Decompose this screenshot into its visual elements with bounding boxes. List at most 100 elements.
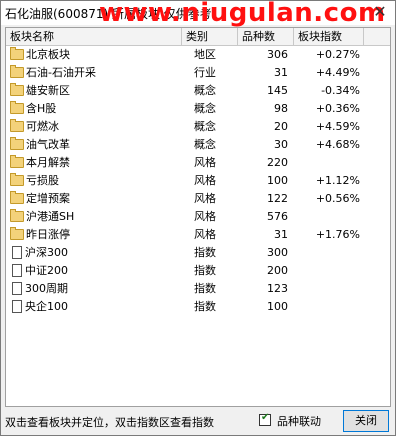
table-row[interactable]: 雄安新区 概念 145 -0.34%	[6, 82, 390, 100]
sector-name: 雄安新区	[26, 84, 70, 97]
sector-index-change: +1.12%	[315, 174, 360, 187]
table-row[interactable]: 定增预案 风格 122 +0.56%	[6, 190, 390, 208]
sector-name-cell: 中证200	[10, 262, 68, 280]
sector-name-cell: 亏损股	[10, 172, 59, 190]
watermark-overlay: www.niugulan.com	[99, 0, 386, 28]
folder-icon	[10, 154, 24, 168]
table-row[interactable]: 沪港通SH 风格 576	[6, 208, 390, 226]
sector-type: 概念	[194, 102, 216, 115]
sector-name-cell: 油气改革	[10, 136, 70, 154]
stock-count: 220	[267, 156, 288, 169]
sector-type: 指数	[194, 246, 216, 259]
column-header-type[interactable]: 类别	[182, 28, 238, 45]
sector-type: 行业	[194, 66, 216, 79]
sector-index-change: +4.59%	[315, 120, 360, 133]
sector-name-cell: 沪港通SH	[10, 208, 74, 226]
stock-count: 300	[267, 246, 288, 259]
stock-count: 98	[274, 102, 288, 115]
status-bar: 双击查看板块并定位，双击指数区查看指数 品种联动 关闭	[1, 407, 395, 435]
column-header-count[interactable]: 品种数	[238, 28, 294, 45]
folder-icon	[10, 82, 24, 96]
sector-name: 石油-石油开采	[26, 66, 96, 79]
sector-name: 本月解禁	[26, 156, 70, 169]
column-header-index[interactable]: 板块指数	[294, 28, 364, 45]
sector-name-cell: 央企100	[10, 298, 68, 316]
stock-count: 100	[267, 174, 288, 187]
table-row[interactable]: 油气改革 概念 30 +4.68%	[6, 136, 390, 154]
stock-count: 30	[274, 138, 288, 151]
sector-name-cell: 本月解禁	[10, 154, 70, 172]
close-icon[interactable]: ✕	[371, 3, 389, 21]
sector-index-change: +4.49%	[315, 66, 360, 79]
table-row[interactable]: 石油-石油开采 行业 31 +4.49%	[6, 64, 390, 82]
sector-name: 沪港通SH	[26, 210, 75, 223]
sector-name-cell: 定增预案	[10, 190, 70, 208]
sector-type: 风格	[194, 174, 216, 187]
sector-index-change	[302, 298, 360, 316]
sector-name-cell: 雄安新区	[10, 82, 70, 100]
stock-count: 31	[274, 228, 288, 241]
sector-index-change: +1.76%	[315, 228, 360, 241]
sector-name: 沪深300	[25, 246, 68, 259]
stock-count: 306	[267, 48, 288, 61]
status-hint: 双击查看板块并定位，双击指数区查看指数	[5, 416, 214, 429]
table-row[interactable]: 本月解禁 风格 220	[6, 154, 390, 172]
sector-name-cell: 300周期	[10, 280, 68, 298]
sector-name: 含H股	[26, 102, 57, 115]
sector-index-change	[302, 280, 360, 298]
sector-index-change	[302, 208, 360, 226]
stock-count: 100	[267, 300, 288, 313]
sector-type: 地区	[194, 48, 216, 61]
document-icon	[12, 263, 22, 277]
sector-name: 定增预案	[26, 192, 70, 205]
sector-name: 可燃冰	[26, 120, 59, 133]
linkage-checkbox[interactable]	[259, 412, 271, 426]
sector-index-change	[302, 154, 360, 172]
table-row[interactable]: 北京板块 地区 306 +0.27%	[6, 46, 390, 64]
sector-index-change: -0.34%	[321, 84, 360, 97]
stock-count: 200	[267, 264, 288, 277]
sector-type: 风格	[194, 210, 216, 223]
close-button[interactable]: 关闭	[343, 410, 389, 432]
sector-type: 风格	[194, 192, 216, 205]
folder-icon	[10, 100, 24, 114]
folder-icon	[10, 136, 24, 150]
table-row[interactable]: 可燃冰 概念 20 +4.59%	[6, 118, 390, 136]
sector-index-change: +0.27%	[315, 48, 360, 61]
dialog-window: 石化油服(600871) 所属板块 仅供参考 www.niugulan.com …	[0, 0, 396, 436]
sector-name-cell: 沪深300	[10, 244, 68, 262]
table-row[interactable]: 央企100 指数 100	[6, 298, 390, 316]
sector-name: 北京板块	[26, 48, 70, 61]
sector-index-change: +0.36%	[315, 102, 360, 115]
sector-index-change: +0.56%	[315, 192, 360, 205]
sector-name: 央企100	[25, 300, 68, 313]
sector-table[interactable]: 板块名称 类别 品种数 板块指数 北京板块 地区 306 +0.27% 石油-石油开采 行…	[5, 27, 391, 407]
folder-icon	[10, 64, 24, 78]
folder-icon	[10, 46, 24, 60]
sector-type: 概念	[194, 84, 216, 97]
sector-type: 风格	[194, 156, 216, 169]
stock-count: 123	[267, 282, 288, 295]
sector-index-change	[302, 262, 360, 280]
folder-icon	[10, 226, 24, 240]
sector-name: 中证200	[25, 264, 68, 277]
sector-name: 300周期	[25, 282, 68, 295]
sector-index-change	[302, 244, 360, 262]
folder-icon	[10, 208, 24, 222]
linkage-checkbox-label[interactable]: 品种联动	[277, 413, 321, 429]
table-row[interactable]: 300周期 指数 123	[6, 280, 390, 298]
table-header: 板块名称 类别 品种数 板块指数	[6, 28, 390, 46]
sector-type: 风格	[194, 228, 216, 241]
table-row[interactable]: 含H股 概念 98 +0.36%	[6, 100, 390, 118]
sector-type: 概念	[194, 120, 216, 133]
table-row[interactable]: 昨日涨停 风格 31 +1.76%	[6, 226, 390, 244]
table-row[interactable]: 沪深300 指数 300	[6, 244, 390, 262]
title-bar: 石化油服(600871) 所属板块 仅供参考 www.niugulan.com …	[1, 0, 395, 28]
table-row[interactable]: 亏损股 风格 100 +1.12%	[6, 172, 390, 190]
sector-name: 昨日涨停	[26, 228, 70, 241]
sector-name-cell: 昨日涨停	[10, 226, 70, 244]
table-row[interactable]: 中证200 指数 200	[6, 262, 390, 280]
sector-name: 油气改革	[26, 138, 70, 151]
column-header-name[interactable]: 板块名称	[6, 28, 182, 45]
sector-name-cell: 可燃冰	[10, 118, 59, 136]
